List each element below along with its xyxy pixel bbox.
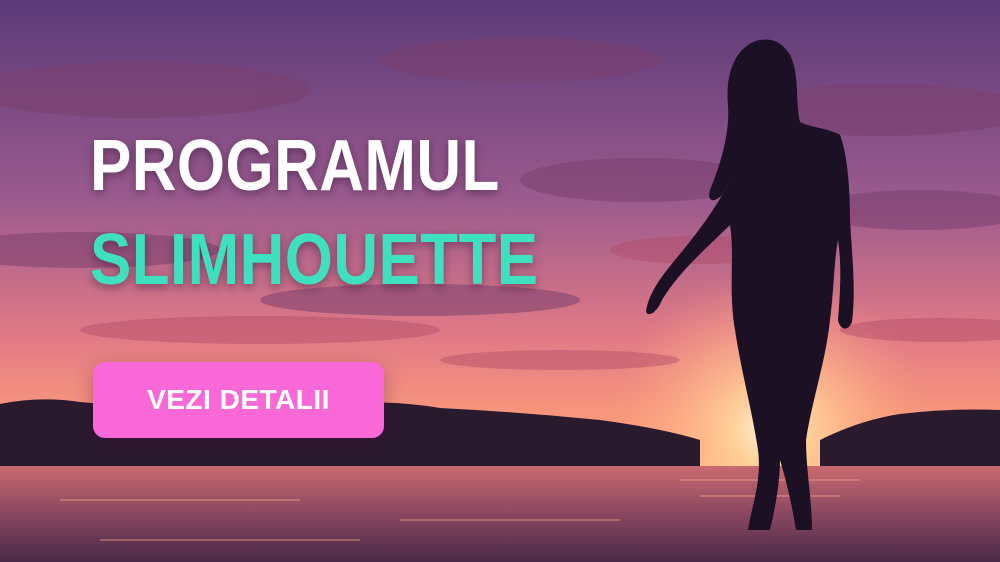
view-details-button[interactable]: VEZI DETALII bbox=[93, 362, 384, 438]
title-line-2: SLIMHOUETTE bbox=[90, 220, 539, 300]
title-line-1: PROGRAMUL bbox=[90, 126, 500, 206]
promo-banner[interactable]: PROGRAMUL SLIMHOUETTE VEZI DETALII bbox=[0, 0, 1000, 562]
